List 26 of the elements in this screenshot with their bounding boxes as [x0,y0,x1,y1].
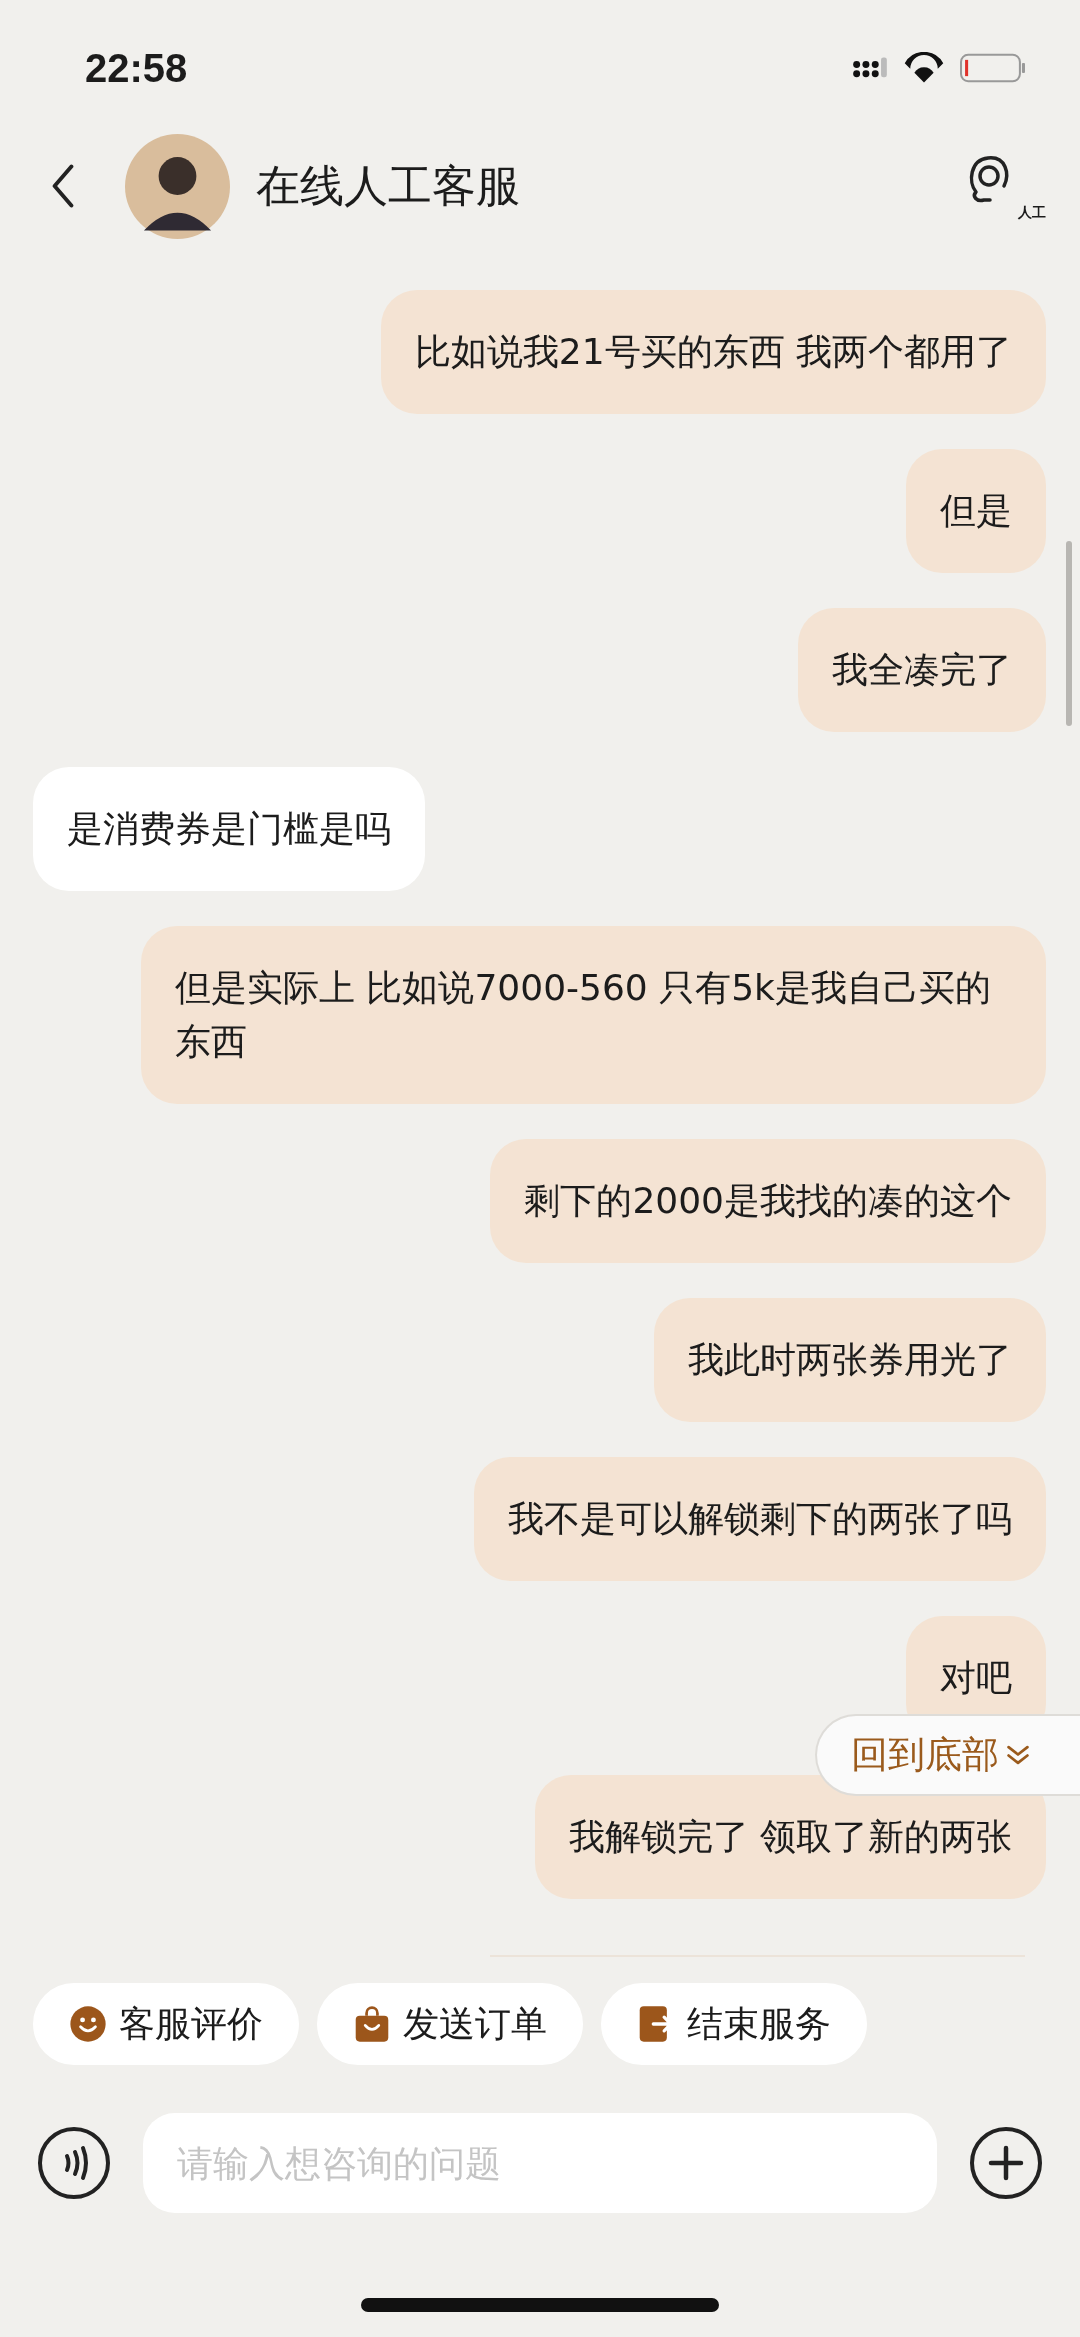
double-chevron-icon [1005,1744,1031,1766]
voice-icon[interactable] [37,2126,111,2200]
message-bubble: 但是实际上 比如说7000-560 只有5k是我自己买的东西 [141,926,1046,1104]
message-bubble: 是消费券是门槛是吗 [33,767,425,891]
message-bubble: 我不是可以解锁剩下的两张了吗 [474,1457,1046,1581]
message-bubble: 我解锁完了 领取了新的两张 [534,1775,1046,1899]
message-bubble: 我此时两张券用光了 [654,1298,1046,1422]
quick-action-chip[interactable]: 客服评价 [33,1983,299,2065]
wifi-icon [902,52,946,84]
quick-action-chip[interactable]: 发送订单 [317,1983,583,2065]
message-bubble: 比如说我21号买的东西 我两个都用了 [380,290,1046,414]
jump-to-bottom-button[interactable]: 回到底部 [815,1714,1080,1796]
quick-action-chip[interactable]: 结束服务 [601,1983,867,2065]
smiley-icon [69,2005,107,2043]
agent-button[interactable]: 人工 [966,151,1046,221]
shopping-bag-icon [353,2005,391,2043]
back-icon[interactable] [50,164,76,208]
message-input[interactable]: 请输入想咨询的问题 [143,2113,937,2213]
message-bubble: 但是 [906,449,1046,573]
status-time: 22:58 [85,45,188,91]
message-bubble: 我全凑完了 [798,608,1046,732]
signal-icon [852,57,888,79]
add-icon[interactable] [969,2126,1043,2200]
battery-icon [960,53,1026,83]
message-bubble: 剩下的2000是我找的凑的这个 [490,1139,1046,1263]
chat-title: 在线人工客服 [256,158,521,213]
